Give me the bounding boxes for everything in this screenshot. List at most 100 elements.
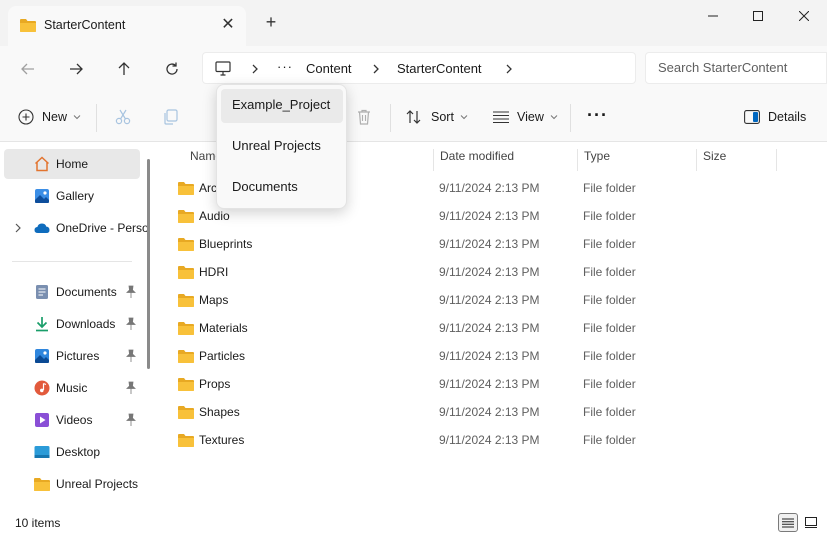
chevron-right-icon[interactable] bbox=[249, 62, 261, 76]
divider bbox=[12, 261, 132, 262]
column-header-date[interactable]: Date modified bbox=[434, 149, 578, 171]
maximize-button[interactable] bbox=[735, 0, 781, 32]
dropdown-item-example-project[interactable]: Example_Project bbox=[221, 89, 343, 123]
sidebar-item-videos[interactable]: Videos bbox=[4, 405, 140, 435]
sidebar-item-music[interactable]: Music bbox=[4, 373, 140, 403]
pin-icon[interactable] bbox=[125, 413, 137, 427]
chevron-right-icon[interactable] bbox=[13, 222, 23, 234]
close-window-button[interactable] bbox=[781, 0, 827, 32]
back-button[interactable] bbox=[16, 57, 40, 81]
delete-icon[interactable] bbox=[355, 108, 373, 126]
tiles-view-toggle[interactable] bbox=[801, 513, 821, 532]
column-header-size[interactable]: Size bbox=[697, 149, 777, 171]
chevron-down-icon bbox=[73, 115, 81, 120]
desktop-icon bbox=[34, 446, 50, 458]
maximize-icon bbox=[753, 11, 763, 21]
file-name: HDRI bbox=[199, 265, 229, 279]
folder-icon bbox=[178, 322, 194, 335]
file-name: Materials bbox=[199, 321, 248, 335]
dropdown-item-unreal-projects[interactable]: Unreal Projects bbox=[221, 130, 343, 164]
computer-icon[interactable] bbox=[215, 61, 231, 76]
sidebar-item-downloads[interactable]: Downloads bbox=[4, 309, 140, 339]
refresh-button[interactable] bbox=[160, 57, 184, 81]
sidebar-item-gallery[interactable]: Gallery bbox=[4, 181, 140, 211]
table-row[interactable]: Shapes 9/11/2024 2:13 PM File folder bbox=[172, 397, 772, 425]
column-header-type[interactable]: Type bbox=[578, 149, 697, 171]
pin-icon[interactable] bbox=[125, 285, 137, 299]
folder-icon bbox=[178, 406, 194, 419]
table-row[interactable]: Particles 9/11/2024 2:13 PM File folder bbox=[172, 341, 772, 369]
copy-icon[interactable] bbox=[162, 108, 180, 126]
table-row[interactable]: Blueprints 9/11/2024 2:13 PM File folder bbox=[172, 229, 772, 257]
file-date: 9/11/2024 2:13 PM bbox=[439, 377, 540, 391]
details-view-toggle[interactable] bbox=[778, 513, 798, 532]
sort-button[interactable]: Sort bbox=[405, 105, 468, 129]
dropdown-item-documents[interactable]: Documents bbox=[221, 171, 343, 205]
file-date: 9/11/2024 2:13 PM bbox=[439, 433, 540, 447]
column-size-label: Size bbox=[703, 149, 727, 163]
chevron-right-icon[interactable] bbox=[370, 62, 382, 76]
cloud-icon bbox=[34, 223, 50, 233]
sidebar-item-label: Downloads bbox=[56, 317, 116, 331]
breadcrumb-overflow[interactable]: ··· bbox=[277, 59, 293, 74]
view-label: View bbox=[517, 110, 544, 124]
sidebar-item-pictures[interactable]: Pictures bbox=[4, 341, 140, 371]
sidebar-item-home[interactable]: Home bbox=[4, 149, 140, 179]
sidebar-item-unreal-projects[interactable]: Unreal Projects bbox=[4, 469, 140, 499]
table-row[interactable]: Props 9/11/2024 2:13 PM File folder bbox=[172, 369, 772, 397]
pin-icon[interactable] bbox=[125, 349, 137, 363]
folder-icon bbox=[20, 19, 36, 32]
table-row[interactable]: HDRI 9/11/2024 2:13 PM File folder bbox=[172, 257, 772, 285]
arrow-right-icon bbox=[70, 63, 83, 75]
document-icon bbox=[36, 285, 48, 299]
nav-scrollbar[interactable] bbox=[147, 159, 150, 369]
file-type: File folder bbox=[583, 377, 636, 391]
file-type: File folder bbox=[583, 265, 636, 279]
more-options-icon[interactable]: ··· bbox=[587, 103, 608, 127]
file-date: 9/11/2024 2:13 PM bbox=[439, 237, 540, 251]
arrow-left-icon bbox=[21, 63, 34, 75]
up-button[interactable] bbox=[112, 57, 136, 81]
pin-icon[interactable] bbox=[125, 381, 137, 395]
file-date: 9/11/2024 2:13 PM bbox=[439, 405, 540, 419]
minimize-button[interactable] bbox=[690, 0, 736, 32]
file-name: Props bbox=[199, 377, 231, 391]
tab-title: StarterContent bbox=[44, 18, 126, 32]
breadcrumb-dropdown: Example_Project Unreal Projects Document… bbox=[216, 84, 347, 209]
view-button[interactable]: View bbox=[493, 105, 558, 129]
table-row[interactable]: Textures 9/11/2024 2:13 PM File folder bbox=[172, 425, 772, 453]
sidebar-item-onedrive[interactable]: OneDrive - Perso bbox=[4, 213, 149, 243]
breadcrumb-content[interactable]: Content bbox=[306, 61, 352, 76]
table-row[interactable]: Maps 9/11/2024 2:13 PM File folder bbox=[172, 285, 772, 313]
music-icon bbox=[34, 380, 50, 396]
search-box[interactable] bbox=[645, 52, 827, 84]
file-type: File folder bbox=[583, 321, 636, 335]
sidebar-item-desktop[interactable]: Desktop bbox=[4, 437, 140, 467]
column-type-label: Type bbox=[584, 149, 611, 163]
file-type: File folder bbox=[583, 181, 636, 195]
folder-icon bbox=[178, 434, 194, 447]
details-button[interactable]: Details bbox=[744, 105, 806, 129]
tab-starter-content[interactable]: StarterContent ✕ bbox=[8, 6, 246, 46]
cut-icon[interactable] bbox=[114, 108, 132, 126]
sidebar-item-documents[interactable]: Documents bbox=[4, 277, 140, 307]
refresh-icon bbox=[166, 62, 178, 75]
new-tab-icon[interactable]: + bbox=[262, 13, 280, 31]
chevron-down-icon bbox=[550, 115, 558, 120]
search-input[interactable] bbox=[658, 60, 823, 75]
details-label: Details bbox=[768, 110, 807, 124]
new-button[interactable]: New bbox=[18, 105, 81, 129]
address-box[interactable]: ··· Content StarterContent bbox=[202, 52, 636, 84]
breadcrumb-starter-content[interactable]: StarterContent bbox=[397, 61, 482, 76]
forward-button[interactable] bbox=[64, 57, 88, 81]
sidebar-item-label: Documents bbox=[56, 285, 117, 299]
arrow-up-icon bbox=[118, 62, 130, 75]
pin-icon[interactable] bbox=[125, 317, 137, 331]
table-row[interactable]: Materials 9/11/2024 2:13 PM File folder bbox=[172, 313, 772, 341]
navigation-pane: Home Gallery OneDrive - Perso Documents … bbox=[0, 143, 156, 510]
close-tab-icon[interactable]: ✕ bbox=[220, 17, 236, 33]
sidebar-item-partial[interactable] bbox=[4, 501, 140, 510]
new-label: New bbox=[42, 110, 68, 124]
list-view-icon bbox=[782, 518, 794, 527]
chevron-right-icon[interactable] bbox=[503, 62, 515, 76]
